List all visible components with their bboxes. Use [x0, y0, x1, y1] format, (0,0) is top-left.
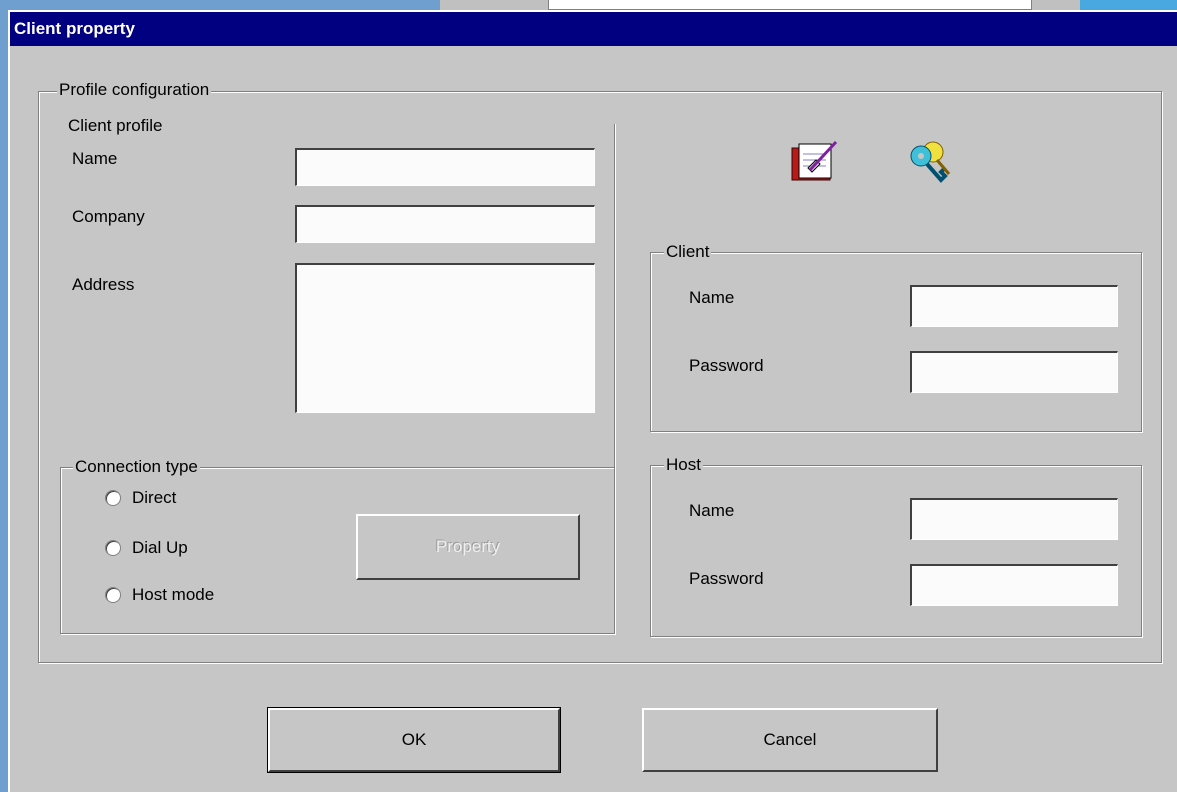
host-name-label: Name	[689, 501, 735, 520]
radio-button[interactable]	[105, 490, 121, 506]
background-window-field	[548, 0, 1032, 10]
client-password-label: Password	[689, 356, 764, 375]
client-group	[650, 252, 1142, 432]
client-property-dialog: Client property Profile configuration Cl…	[8, 10, 1177, 792]
address-textarea[interactable]	[295, 263, 595, 413]
radio-host-mode[interactable]: Host mode	[105, 585, 245, 609]
radio-direct-label: Direct	[132, 488, 177, 507]
address-label: Address	[72, 275, 135, 294]
client-profile-name-input[interactable]	[295, 148, 595, 186]
client-name-label: Name	[689, 288, 735, 307]
client-name-label: Name	[72, 149, 118, 168]
connection-type-legend: Connection type	[73, 457, 200, 477]
host-name-input[interactable]	[910, 498, 1118, 540]
host-password-label: Password	[689, 569, 764, 588]
radio-dial-up[interactable]: Dial Up	[105, 538, 225, 562]
ok-button[interactable]: OK	[267, 707, 561, 773]
keys-icon	[910, 141, 951, 183]
client-profile-heading: Client profile	[68, 116, 163, 135]
company-label: Company	[72, 207, 145, 226]
company-input[interactable]	[295, 205, 595, 243]
radio-dial-up-label: Dial Up	[132, 538, 188, 557]
host-password-input[interactable]	[910, 564, 1118, 606]
client-password-input[interactable]	[910, 351, 1118, 393]
radio-direct[interactable]: Direct	[105, 488, 225, 512]
host-group	[650, 465, 1142, 637]
host-group-legend: Host	[664, 455, 703, 475]
profile-configuration-legend: Profile configuration	[57, 80, 212, 100]
notebook-pen-icon	[791, 140, 838, 181]
radio-button[interactable]	[105, 587, 121, 603]
radio-host-mode-label: Host mode	[132, 585, 215, 604]
dialog-title[interactable]: Client property	[10, 12, 1177, 46]
client-name-input[interactable]	[910, 285, 1118, 327]
cancel-button[interactable]: Cancel	[642, 708, 938, 772]
radio-button[interactable]	[105, 540, 121, 556]
property-button[interactable]: Property	[356, 514, 580, 580]
client-group-legend: Client	[664, 242, 712, 262]
